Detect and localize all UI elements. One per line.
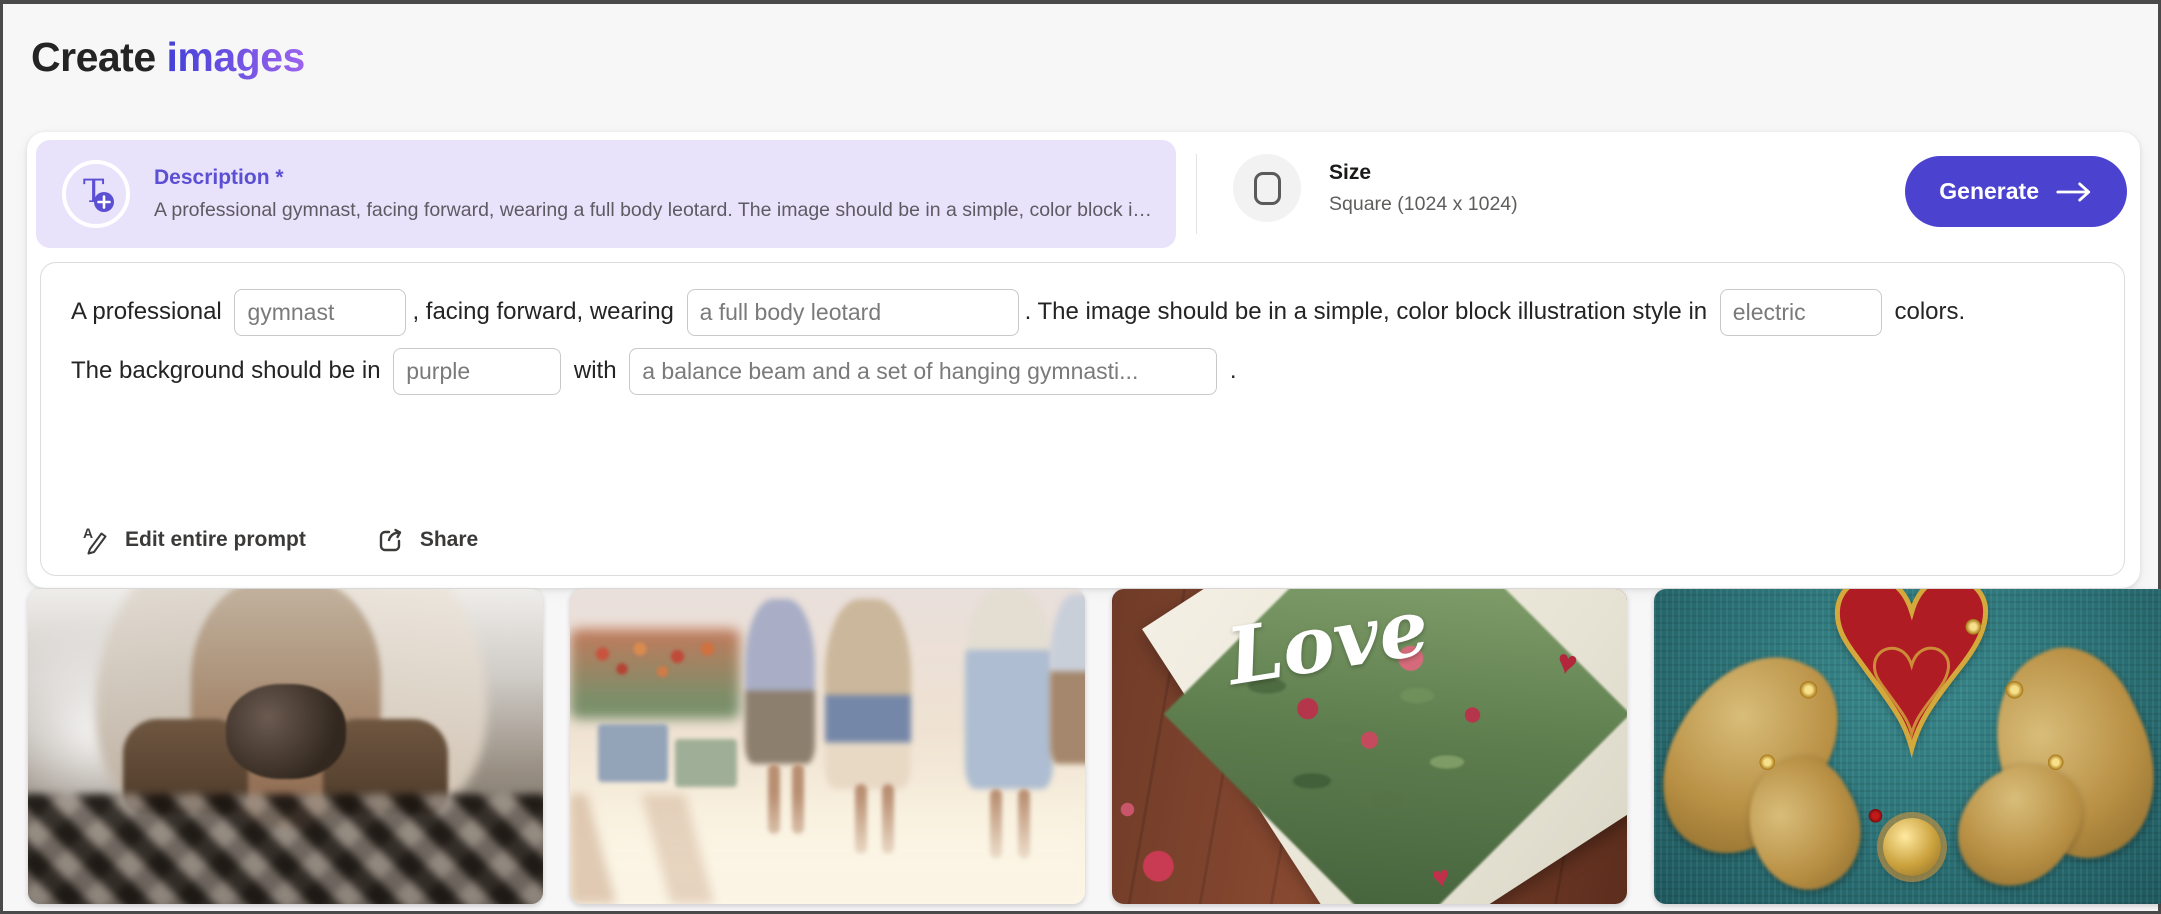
decor-gold-medallion [1883,818,1941,876]
prompt-field-background-items[interactable]: a balance beam and a set of hanging gymn… [629,348,1217,395]
page-title-prefix: Create [31,34,167,80]
decor-dog-nose [226,684,346,779]
size-label: Size [1329,161,1518,185]
description-card[interactable]: T Description * A professional gymnast, … [36,140,1176,248]
create-panel: T Description * A professional gymnast, … [27,132,2140,588]
size-texts: Size Square (1024 x 1024) [1329,161,1518,216]
decor-market-person [1050,594,1085,764]
gallery-image-embroidered-heart[interactable]: ♥ ♥ [1654,589,2161,904]
generate-button-label: Generate [1939,178,2039,205]
edit-entire-prompt-label: Edit entire prompt [125,528,306,552]
prompt-text: A professional [71,298,228,326]
decor-market-shadows [570,794,1085,904]
prompt-text: . The image should be in a simple, color… [1025,298,1714,326]
decor-market-person [745,599,815,764]
square-outline-icon [1254,172,1281,205]
gallery-image-market-watercolor[interactable] [570,589,1085,904]
prompt-field-background-color[interactable]: purple [393,348,561,395]
prompt-editor: A professional gymnast, facing forward, … [71,287,2094,396]
prompt-text: with [567,357,623,385]
description-label: Description * [154,166,1154,190]
arrow-right-icon [2055,180,2093,204]
edit-text-icon: A [81,525,111,555]
edit-entire-prompt-button[interactable]: A Edit entire prompt [81,525,306,555]
gallery-image-love-papercraft[interactable]: Love ♥ ♥ [1112,589,1627,904]
text-add-icon: T [62,160,130,228]
prompt-field-color-style[interactable]: electric [1720,289,1882,336]
description-texts: Description * A professional gymnast, fa… [154,166,1154,222]
prompt-text: , facing forward, wearing [412,298,680,326]
decor-market-person [825,599,911,789]
generate-button[interactable]: Generate [1905,156,2127,227]
text-add-icon-svg: T [74,172,118,216]
prompt-line-2: The background should be in purple with … [71,346,2094,396]
decor-market-crate [598,724,668,782]
prompt-field-subject[interactable]: gymnast [234,289,406,336]
prompt-card: A professional gymnast, facing forward, … [40,262,2125,576]
share-icon [376,525,406,555]
prompt-text: colors. [1888,298,1965,326]
prompt-field-clothing[interactable]: a full body leotard [687,289,1019,336]
share-label: Share [420,528,478,552]
prompt-text: . [1223,357,1236,385]
prompt-actions: A Edit entire prompt Share [81,525,478,555]
decor-market-crate [675,739,737,787]
size-option[interactable]: Size Square (1024 x 1024) [1233,154,1518,222]
page-title-highlight: images [167,34,305,80]
generated-images-gallery: Love ♥ ♥ ♥ ♥ [28,589,2161,904]
description-preview: A professional gymnast, facing forward, … [154,199,1154,222]
prompt-text: The background should be in [71,357,387,385]
page-title: Create images [31,34,305,81]
toolbar-divider [1196,154,1197,234]
decor-market-produce [580,634,730,684]
size-icon-circle [1233,154,1301,222]
decor-dog-floor-pattern [28,794,543,904]
decor-market-person [965,589,1053,789]
gallery-image-dog-closeup[interactable] [28,589,543,904]
prompt-line-1: A professional gymnast, facing forward, … [71,287,2094,337]
size-value: Square (1024 x 1024) [1329,193,1518,216]
share-button[interactable]: Share [376,525,478,555]
svg-text:A: A [83,525,93,541]
